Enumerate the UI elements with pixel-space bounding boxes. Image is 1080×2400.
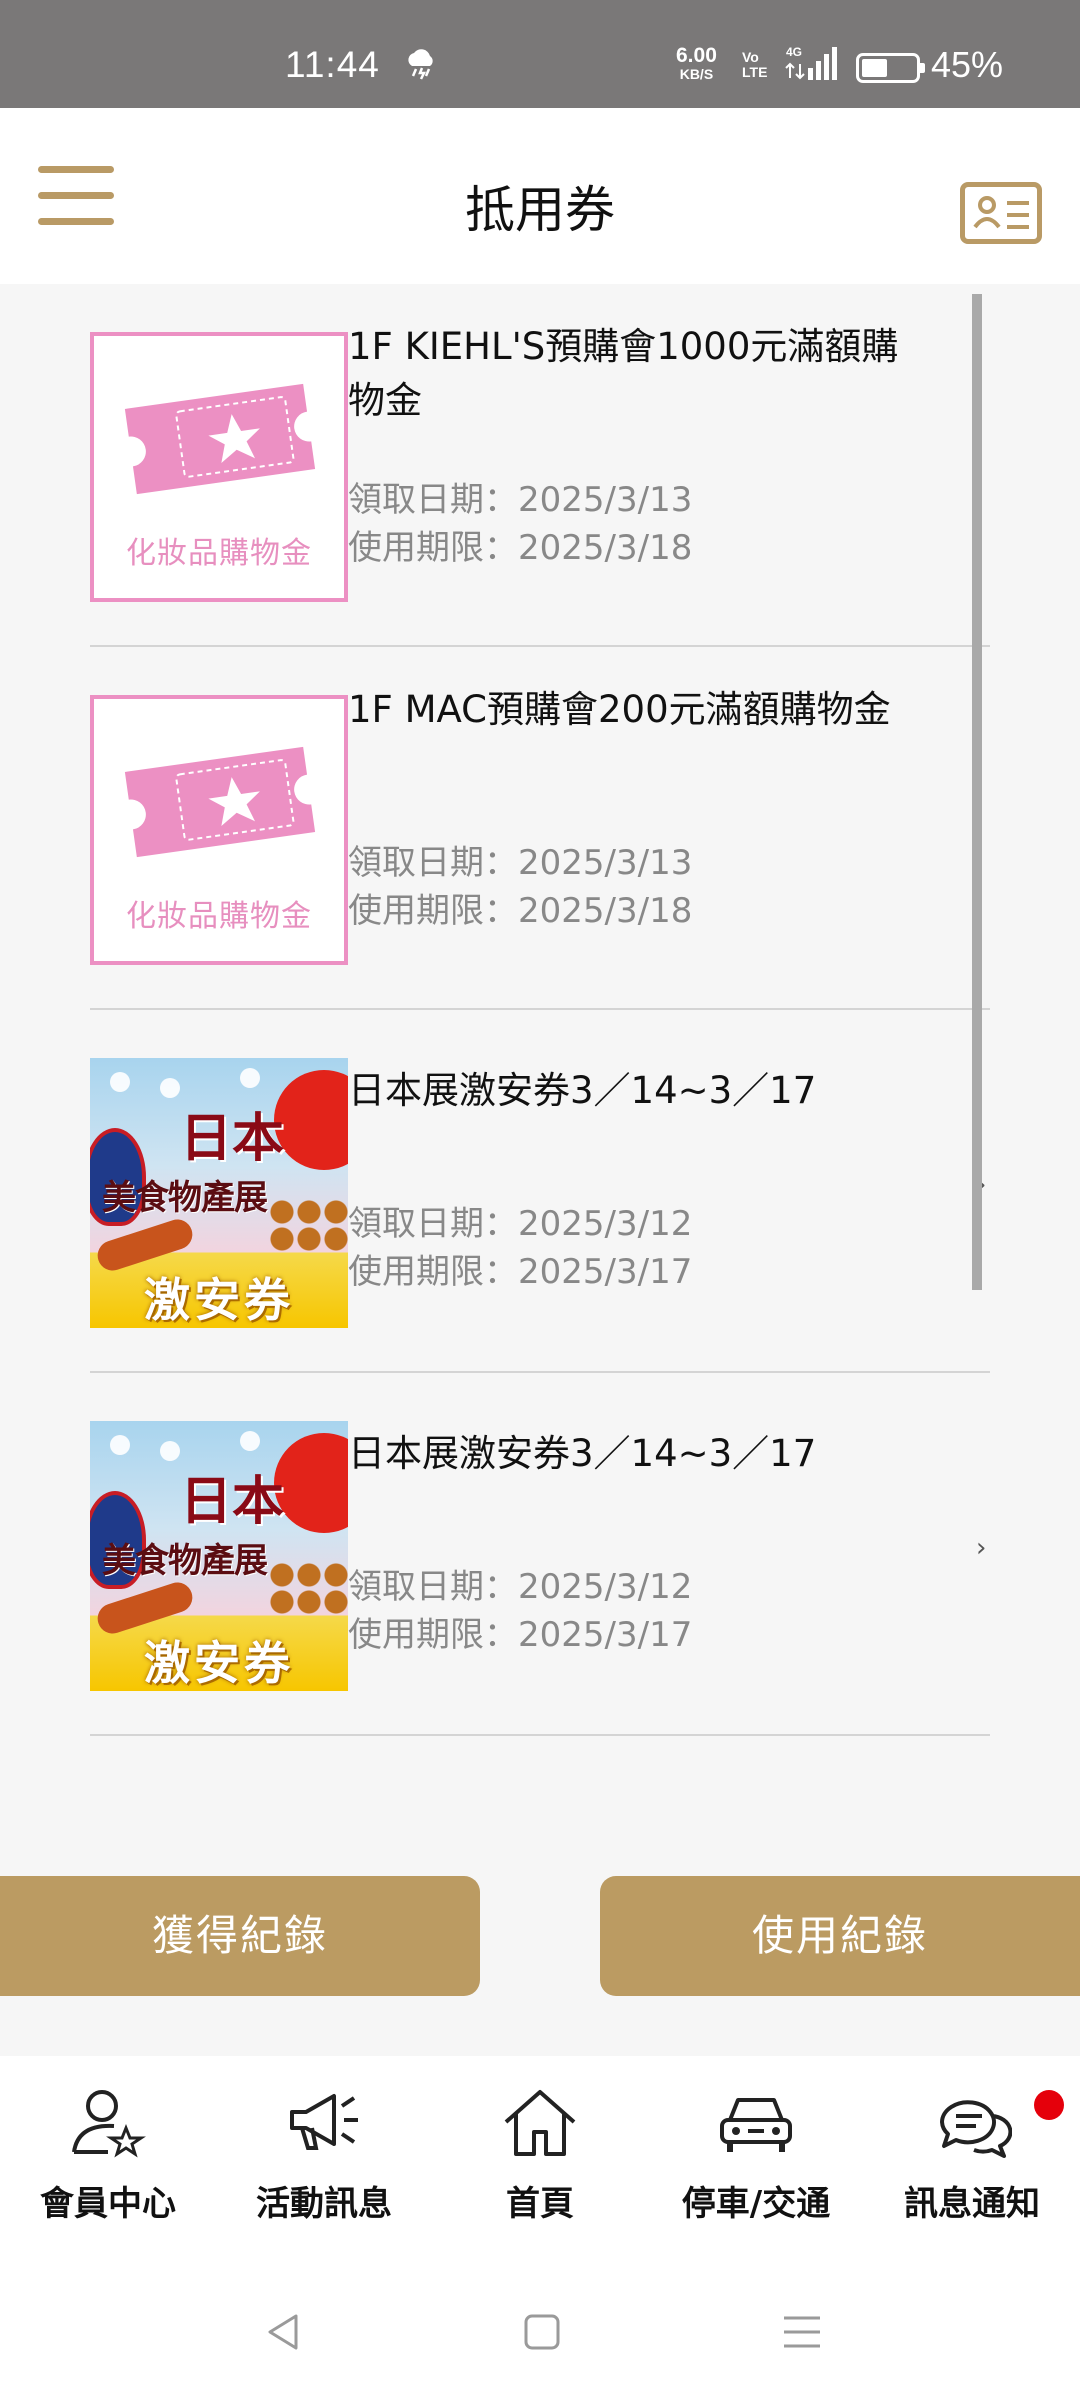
nav-item-parking[interactable]: 停車/交通 (648, 2086, 864, 2225)
home-icon (504, 2090, 576, 2156)
dango-graphic (268, 1198, 348, 1252)
thumbnail-badge: 激安券 (144, 1273, 294, 1327)
nav-item-home[interactable]: 首頁 (432, 2086, 648, 2225)
nav-label: 活動訊息 (256, 2184, 392, 2224)
back-icon[interactable] (262, 2310, 306, 2354)
japan-expo-coupon-thumbnail: 日本 美食物產展 激安券 (90, 1058, 348, 1328)
dango-graphic (268, 1561, 348, 1615)
coupon-expiry-date: 使用期限：2025/3/17 (348, 1252, 693, 1292)
nav-label: 訊息通知 (904, 2184, 1040, 2224)
coupon-item[interactable]: 日本 美食物產展 激安券 日本展激安券3／14~3／17 領取日期：2025/3… (90, 1373, 990, 1736)
signal-4g-icon: 4G (782, 44, 838, 84)
obtained-records-button[interactable]: 獲得紀錄 (0, 1876, 480, 1996)
chat-bubbles-icon (940, 2100, 1012, 2158)
thumbnail-subtitle: 美食物產展 (102, 1541, 268, 1581)
member-card-icon[interactable] (960, 182, 1042, 244)
cosmetics-coupon-thumbnail: 化妝品購物金 (90, 332, 348, 602)
coupon-name: 日本展激安券3／14~3／17 (348, 1069, 817, 1112)
battery-percent: 45% (931, 44, 1004, 85)
nav-label: 首頁 (506, 2184, 574, 2224)
home-square-icon[interactable] (520, 2310, 564, 2354)
thumbnail-subtitle: 美食物產展 (102, 1178, 268, 1218)
nav-item-events[interactable]: 活動訊息 (216, 2086, 432, 2225)
coupon-expiry-date: 使用期限：2025/3/18 (348, 528, 693, 568)
thumbnail-title: 日本 (180, 1108, 285, 1169)
recents-menu-icon[interactable] (780, 2310, 824, 2354)
cloud-rain-lightning-icon (404, 46, 438, 89)
coupon-item[interactable]: 化妝品購物金 1F MAC預購會200元滿額購物金 領取日期：2025/3/13… (90, 647, 990, 1010)
nav-label: 停車/交通 (681, 2184, 831, 2224)
battery-icon (856, 53, 925, 83)
rising-sun-graphic (274, 1070, 348, 1170)
coupon-received-date: 領取日期：2025/3/13 (348, 843, 693, 883)
app-header: 抵用券 (0, 108, 1080, 284)
nav-item-member-center[interactable]: 會員中心 (0, 2086, 216, 2225)
coupon-list[interactable]: 化妝品購物金 1F KIEHL'S預購會1000元滿額購物金 領取日期：2025… (0, 284, 1080, 1804)
rising-sun-graphic (274, 1433, 348, 1533)
car-icon (720, 2098, 792, 2152)
page-title: 抵用券 (465, 181, 615, 239)
nav-label: 會員中心 (40, 2184, 176, 2224)
ticket-star-icon (124, 746, 316, 858)
thumbnail-title: 日本 (180, 1471, 285, 1532)
coupon-name: 日本展激安券3／14~3／17 (348, 1432, 817, 1475)
coupon-expiry-date: 使用期限：2025/3/18 (348, 891, 693, 931)
member-star-icon (72, 2090, 146, 2158)
japan-expo-coupon-thumbnail: 日本 美食物產展 激安券 (90, 1421, 348, 1691)
coupon-name: 1F KIEHL'S預購會1000元滿額購物金 (348, 325, 899, 422)
megaphone-icon (290, 2094, 358, 2150)
status-bar: 11:44 6.00 KB/S Vo LTE 4G 45% (0, 0, 1080, 108)
coupon-received-date: 領取日期：2025/3/12 (348, 1204, 693, 1244)
thumbnail-badge: 激安券 (144, 1636, 294, 1690)
net-speed: 6.00 KB/S (676, 44, 717, 82)
svg-text:4G: 4G (786, 45, 802, 59)
coupon-received-date: 領取日期：2025/3/12 (348, 1567, 693, 1607)
system-navigation-bar (0, 2266, 1080, 2400)
coupon-name: 1F MAC預購會200元滿額購物金 (348, 688, 891, 731)
ticket-star-icon (124, 383, 316, 495)
notification-badge (1034, 2090, 1064, 2120)
coupon-expiry-date: 使用期限：2025/3/17 (348, 1615, 693, 1655)
coupon-item[interactable]: 日本 美食物產展 激安券 日本展激安券3／14~3／17 領取日期：2025/3… (90, 1010, 990, 1373)
volte-indicator: Vo LTE (742, 49, 768, 80)
bottom-nav: 會員中心 活動訊息 首頁 停車/交通 訊息通知 (0, 2056, 1080, 2266)
thumbnail-label: 化妝品購物金 (126, 536, 312, 571)
cosmetics-coupon-thumbnail: 化妝品購物金 (90, 695, 348, 965)
usage-records-button[interactable]: 使用紀錄 (600, 1876, 1080, 1996)
coupon-received-date: 領取日期：2025/3/13 (348, 480, 693, 520)
status-time: 11:44 (285, 44, 380, 85)
coupon-item[interactable]: 化妝品購物金 1F KIEHL'S預購會1000元滿額購物金 領取日期：2025… (90, 284, 990, 647)
list-scrollbar[interactable] (972, 294, 982, 1290)
chevron-right-icon[interactable]: › (976, 1533, 986, 1563)
thumbnail-label: 化妝品購物金 (126, 899, 312, 934)
